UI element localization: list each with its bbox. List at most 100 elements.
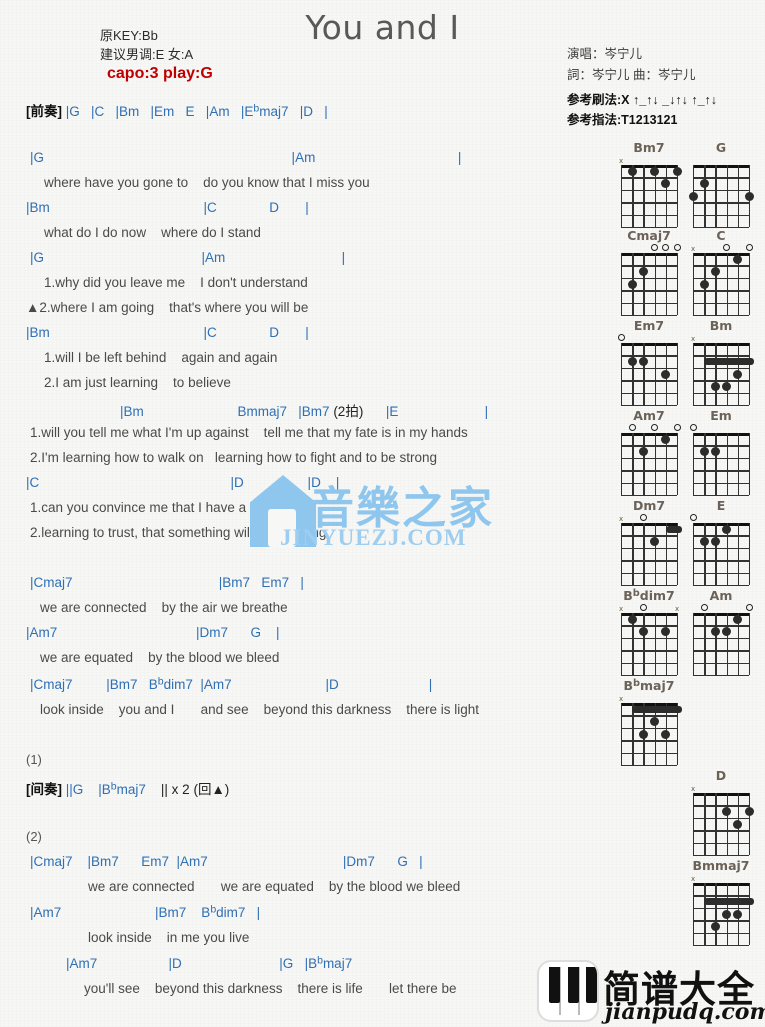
fret-line	[621, 482, 677, 484]
string-line	[704, 793, 706, 855]
nut	[621, 253, 677, 256]
finger-dot	[710, 537, 720, 547]
finger-dot	[733, 614, 743, 624]
open-string-icon	[673, 244, 681, 251]
chord-diagram-name: G	[715, 140, 727, 155]
fingering-pattern: 参考指法:T1213121	[567, 113, 678, 127]
string-line	[737, 433, 740, 495]
string-line	[632, 433, 634, 495]
muted-string-icon: x	[691, 335, 696, 343]
chord-diagram-bmmaj7: Bmmaj7 x	[690, 858, 754, 947]
play-technique: 参考刷法:X ↑_↑↓ _↓↑↓ ↑_↑↓ 参考指法:T1213121	[567, 90, 717, 130]
fret-line	[621, 662, 677, 664]
finger-dot	[699, 447, 709, 457]
string-line	[643, 613, 645, 675]
string-line	[654, 253, 656, 315]
string-line	[654, 433, 656, 495]
verse2b-lyric-2: 2.I am just learning to believe	[44, 375, 231, 390]
open-string-icon	[723, 244, 731, 251]
fret-line	[621, 202, 677, 204]
fret-grid	[621, 703, 682, 767]
outro1-lyric: we are connected we are equated by the b…	[88, 879, 461, 894]
fret-line	[621, 367, 677, 370]
string-line	[749, 253, 751, 315]
fret-line	[693, 202, 749, 204]
fret-line	[693, 315, 749, 317]
finger-dot	[688, 191, 698, 201]
fret-line	[621, 315, 677, 317]
fret-grid	[693, 343, 754, 407]
string-line	[632, 343, 634, 405]
chord-diagram-bbdim7: Bbdim7 x x	[618, 588, 680, 677]
muted-string-icon: x	[619, 605, 624, 613]
finger-dot	[661, 627, 671, 637]
open-string-icon	[639, 514, 647, 521]
outro2-chordline: |Am7 |Bm7 Bbdim7 |	[30, 903, 261, 920]
string-line	[621, 523, 623, 585]
singer: 演唱：岑宁儿	[567, 47, 643, 61]
string-line	[726, 165, 728, 227]
chord-diagram-name: Bbmaj7	[623, 677, 675, 693]
finger-dot	[744, 191, 754, 201]
bridge1-lyric: we are connected by the air we breathe	[40, 600, 288, 615]
finger-dot	[627, 614, 637, 624]
string-line	[693, 883, 695, 945]
fret-grid	[693, 523, 751, 587]
fret-line	[693, 585, 749, 587]
chord-diagram-name: Em	[710, 408, 732, 423]
finger-dot	[638, 627, 648, 637]
chord-diagram-name: Am	[709, 588, 733, 603]
open-string-icon	[745, 604, 753, 611]
fret-line	[621, 470, 677, 472]
fret-line	[621, 715, 677, 717]
finger-dot	[699, 279, 709, 289]
string-line	[621, 165, 623, 227]
finger-dot	[710, 627, 720, 637]
bridge3-lyric: look inside you and I and see beyond thi…	[40, 702, 480, 717]
group-marker-2: (2)	[26, 829, 42, 844]
fret-line	[621, 560, 677, 562]
string-line	[704, 165, 706, 227]
bridge2-chordline: |Am7 |Dm7 G |	[26, 625, 280, 640]
open-string-markers	[689, 514, 752, 523]
string-line	[726, 793, 728, 855]
open-string-icon	[689, 514, 697, 521]
fret-grid	[688, 165, 754, 229]
open-string-markers	[689, 424, 752, 433]
fret-line	[621, 380, 677, 382]
fret-line	[693, 392, 749, 394]
string-line	[715, 793, 717, 855]
string-line	[693, 613, 695, 675]
string-line	[643, 165, 645, 227]
fret-line	[693, 302, 749, 304]
string-line	[704, 523, 706, 585]
fret-line	[693, 265, 749, 267]
open-string-markers: xx	[618, 604, 680, 613]
string-line	[632, 523, 634, 585]
chord-diagram-bm7: Bm7 x	[618, 140, 682, 229]
fret-line	[621, 752, 677, 754]
chord-diagram-name: E	[716, 498, 726, 513]
original-key: 原KEY:Bb	[100, 28, 158, 43]
barre-bar	[665, 525, 682, 533]
chord-diagram-c: Cx	[690, 228, 753, 317]
bridge2-lyric: we are equated by the blood we bleed	[40, 650, 280, 665]
string-line	[693, 433, 695, 495]
chord-diagram-name: Dm7	[632, 498, 666, 513]
capo-info: capo:3 play:G	[107, 65, 213, 82]
section-label-intro: [前奏]	[26, 104, 62, 119]
intro-chordline: [前奏] |G |C |Bm |Em E |Am |Ebmaj7 |D |	[26, 100, 328, 120]
string-line	[715, 613, 717, 675]
string-line	[726, 433, 728, 495]
finger-dot	[722, 909, 732, 919]
fret-grid	[621, 613, 679, 677]
string-line	[621, 703, 623, 765]
fret-line	[621, 302, 677, 304]
nut	[693, 165, 749, 168]
fret-line	[693, 482, 749, 484]
open-string-icon	[700, 604, 708, 611]
muted-string-icon: x	[691, 785, 696, 793]
fret-line	[621, 740, 677, 742]
finger-dot	[661, 369, 671, 379]
nut	[621, 343, 677, 346]
